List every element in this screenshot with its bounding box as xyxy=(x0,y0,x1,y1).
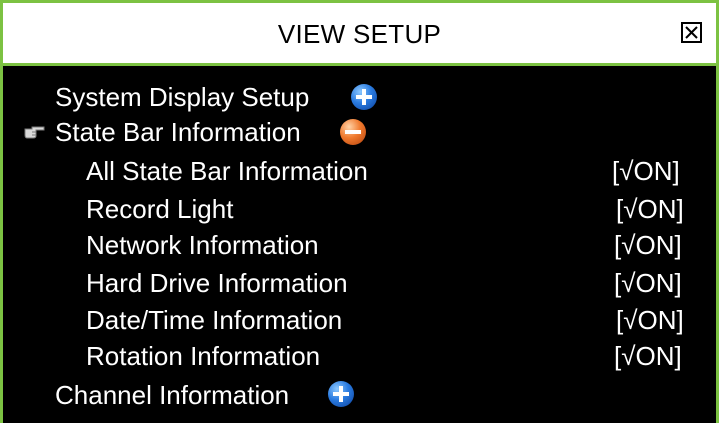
submenu-item-value[interactable]: [√ON] xyxy=(614,268,682,298)
submenu-item-value[interactable]: [√ON] xyxy=(614,230,682,260)
submenu-item-value[interactable]: [√ON] xyxy=(614,341,682,371)
dialog-title: VIEW SETUP xyxy=(277,19,442,49)
pointing-hand-icon xyxy=(24,126,45,139)
submenu-item-value[interactable]: [√ON] xyxy=(616,305,684,335)
menu-system-display-setup[interactable]: System Display Setup xyxy=(55,82,309,112)
close-icon[interactable] xyxy=(681,22,702,43)
menu-label: System Display Setup xyxy=(55,82,310,112)
submenu-item-label[interactable]: Record Light xyxy=(86,194,233,224)
titlebar: VIEW SETUP xyxy=(3,3,716,66)
expand-plus-icon[interactable] xyxy=(328,381,354,407)
menu-channel-information[interactable]: Channel Information xyxy=(55,380,289,410)
expand-plus-icon[interactable] xyxy=(351,84,377,110)
submenu-item-label[interactable]: All State Bar Information xyxy=(86,156,368,186)
submenu-item-label[interactable]: Date/Time Information xyxy=(86,305,342,335)
menu-state-bar-information[interactable]: State Bar Information xyxy=(55,117,301,147)
menu-label: State Bar Information xyxy=(55,117,301,147)
submenu-item-label[interactable]: Network Information xyxy=(86,230,319,260)
collapse-minus-icon[interactable] xyxy=(340,119,366,145)
menu-label: Channel Information xyxy=(55,380,290,410)
submenu-item-label[interactable]: Hard Drive Information xyxy=(86,268,348,298)
submenu-item-label[interactable]: Rotation Information xyxy=(86,341,320,371)
submenu-item-value[interactable]: [√ON] xyxy=(612,156,680,186)
submenu-item-value[interactable]: [√ON] xyxy=(616,194,684,224)
